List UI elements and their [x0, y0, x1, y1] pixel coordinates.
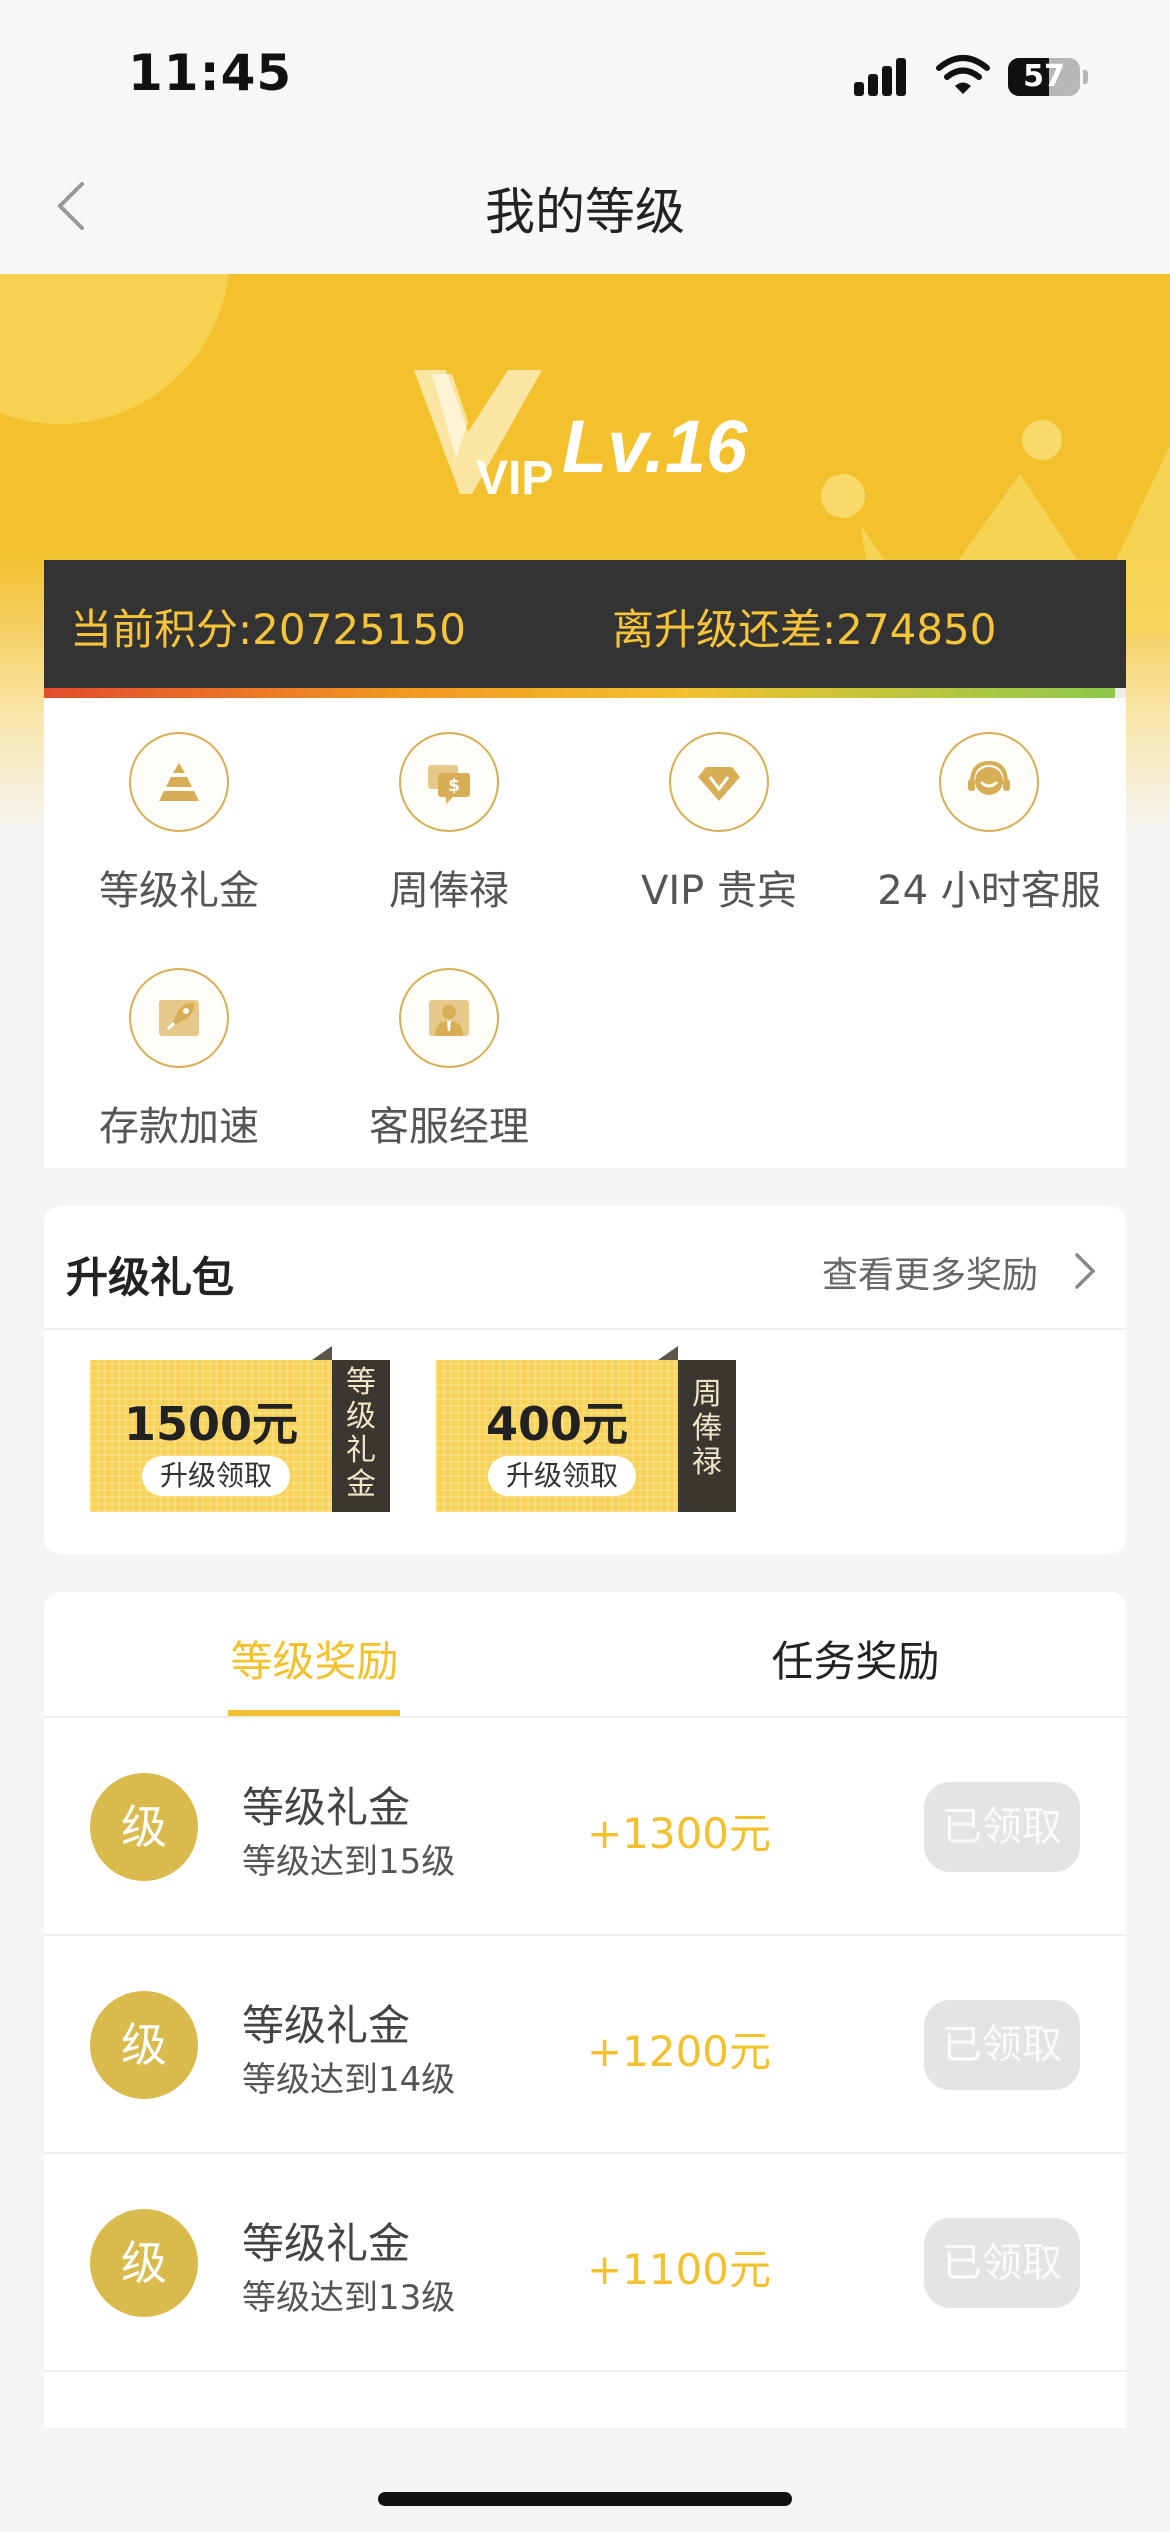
level-badge: 级	[90, 1773, 198, 1881]
view-more-rewards-link[interactable]: 查看更多奖励	[822, 1242, 1112, 1298]
points-to-upgrade: 离升级还差:274850	[612, 605, 997, 654]
voucher-action: 升级领取	[488, 1456, 636, 1496]
voucher-tab-fold	[312, 1346, 332, 1360]
level-badge: 级	[90, 2209, 198, 2317]
privilege-icon-circle	[669, 732, 769, 832]
reward-row: 级 等级礼金 等级达到14级 +1200元 已领取	[44, 1936, 1126, 2154]
headset-icon	[968, 760, 1010, 795]
voucher-tab-fold	[658, 1346, 678, 1360]
privilege-vip-guest[interactable]: VIP 贵宾	[584, 698, 854, 928]
nav-bar: 我的等级	[0, 150, 1170, 274]
manager-icon	[429, 1000, 469, 1036]
rewards-card: 等级奖励 任务奖励 级 等级礼金 等级达到15级 +1300元 已领取 级 等级…	[44, 1592, 1126, 2428]
gift-voucher[interactable]: 400元 升级领取 周俸禄	[436, 1346, 736, 1512]
upgrade-gift-card: 升级礼包 查看更多奖励 1500元 升级领取 等级礼金 400元 升级领取 周俸…	[44, 1206, 1126, 1554]
privilege-label: 存款加速	[99, 1104, 259, 1150]
reward-row: 级 等级礼金 等级达到15级 +1300元 已领取	[44, 1718, 1126, 1936]
reward-amount: +1300元	[586, 1809, 772, 1858]
reward-title: 等级礼金	[242, 1783, 411, 1832]
voucher-amount: 400元	[485, 1397, 629, 1451]
reward-requirement: 等级达到13级	[242, 2278, 456, 2318]
privilege-level-bonus[interactable]: 等级礼金	[44, 698, 314, 928]
pyramid-icon	[159, 763, 199, 801]
svg-text:$: $	[448, 776, 460, 796]
tab-label: 等级奖励	[230, 1637, 399, 1686]
privilege-icon-circle	[399, 968, 499, 1068]
salary-chat-icon: $	[428, 765, 470, 804]
vip-logo-text: VIP	[476, 452, 553, 502]
reward-title: 等级礼金	[242, 2001, 411, 2050]
privileges-grid: 等级礼金 $ 周俸禄 VIP 贵宾 24 小时客服 存款加速 客服经理	[44, 698, 1126, 1168]
voucher-amount: 1500元	[123, 1397, 299, 1451]
tab-task-rewards[interactable]: 任务奖励	[585, 1592, 1126, 1716]
claimed-button[interactable]: 已领取	[924, 2218, 1080, 2308]
voucher-body: 400元 升级领取	[436, 1360, 678, 1512]
reward-row: 级 等级礼金 等级达到13级 +1100元 已领取	[44, 2154, 1126, 2372]
decorative-circle	[0, 274, 230, 424]
privilege-icon-circle	[129, 968, 229, 1068]
level-badge: 级	[90, 1991, 198, 2099]
claimed-button[interactable]: 已领取	[924, 1782, 1080, 1872]
privilege-deposit-boost[interactable]: 存款加速	[44, 934, 314, 1164]
voucher-body: 1500元 升级领取	[90, 1360, 332, 1512]
reward-amount: +1200元	[586, 2027, 772, 2076]
upgrade-progress-bar	[44, 688, 1126, 698]
tab-label: 任务奖励	[771, 1637, 940, 1686]
upgrade-gift-title: 升级礼包	[66, 1253, 235, 1302]
diamond-icon	[698, 767, 740, 801]
signal-icon	[854, 56, 916, 96]
reward-requirement: 等级达到14级	[242, 2060, 456, 2100]
privilege-account-manager[interactable]: 客服经理	[314, 934, 584, 1164]
vip-logo: VIP Lv.16	[414, 370, 748, 502]
chevron-right-icon	[1075, 1253, 1096, 1289]
divider	[44, 1328, 1126, 1330]
claimed-button[interactable]: 已领取	[924, 2000, 1080, 2090]
privilege-icon-circle: $	[399, 732, 499, 832]
reward-amount: +1100元	[586, 2245, 772, 2294]
tab-level-rewards[interactable]: 等级奖励	[44, 1592, 585, 1716]
page-title: 我的等级	[485, 183, 685, 241]
privilege-label: 周俸禄	[389, 868, 509, 914]
privilege-label: 客服经理	[369, 1104, 529, 1150]
reward-title: 等级礼金	[242, 2219, 411, 2268]
privilege-weekly-salary[interactable]: $ 周俸禄	[314, 698, 584, 928]
view-more-rewards-label: 查看更多奖励	[822, 1255, 1039, 1296]
reward-requirement: 等级达到15级	[242, 1842, 456, 1882]
privilege-label: VIP 贵宾	[641, 868, 797, 914]
privilege-24h-service[interactable]: 24 小时客服	[854, 698, 1124, 928]
battery-percent: 57	[1023, 59, 1065, 94]
voucher-tag: 等级礼金	[346, 1365, 376, 1502]
points-bar: 当前积分:20725150 离升级还差:274850	[44, 560, 1126, 698]
current-points: 当前积分:20725150	[70, 605, 466, 654]
privilege-icon-circle	[939, 732, 1039, 832]
gift-voucher[interactable]: 1500元 升级领取 等级礼金	[90, 1346, 390, 1512]
wifi-icon	[936, 55, 990, 94]
privilege-icon-circle	[129, 732, 229, 832]
voucher-tag: 周俸禄	[692, 1377, 722, 1480]
voucher-action: 升级领取	[142, 1456, 290, 1496]
status-bar: 11:45 57	[0, 0, 1170, 150]
vip-level-text: Lv.16	[562, 405, 748, 488]
home-indicator[interactable]	[378, 2492, 792, 2506]
status-time: 11:45	[128, 44, 293, 102]
privilege-label: 等级礼金	[99, 868, 259, 914]
privilege-label: 24 小时客服	[877, 868, 1101, 914]
upgrade-progress-fill	[44, 688, 1116, 698]
battery-icon: 57	[1008, 58, 1088, 96]
rocket-icon	[159, 1000, 199, 1036]
